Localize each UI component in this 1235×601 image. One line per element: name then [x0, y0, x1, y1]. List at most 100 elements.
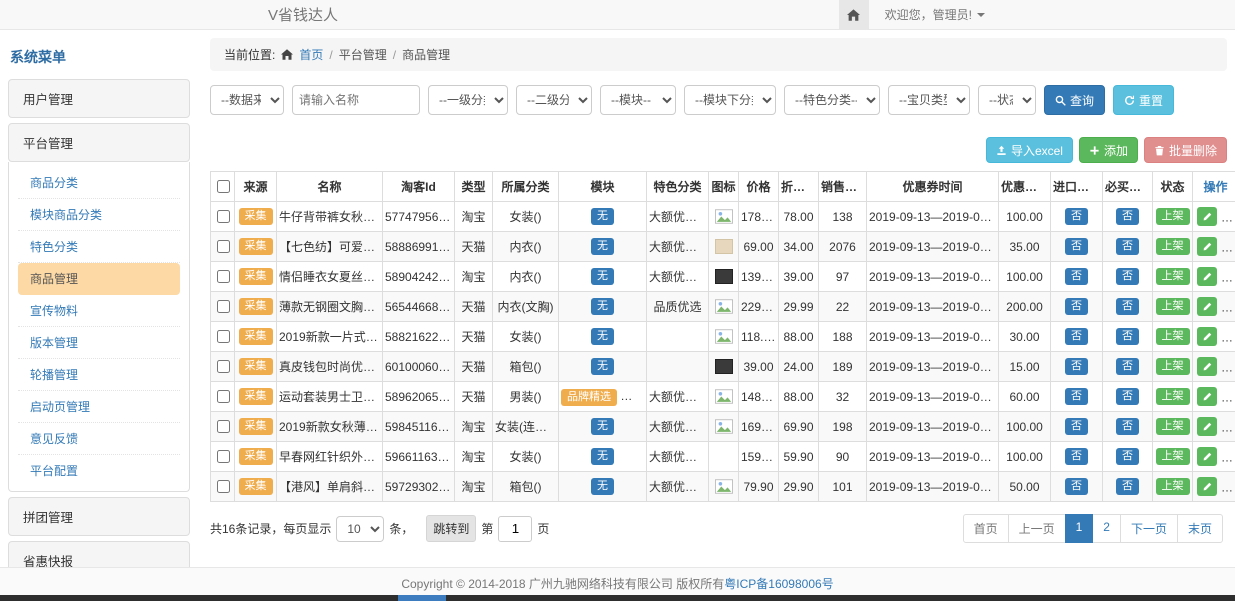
import-selected-badge[interactable]: 否 [1065, 238, 1088, 255]
home-button[interactable] [839, 0, 869, 30]
sidebar-subitem[interactable]: 意见反馈 [18, 423, 180, 455]
edit-button[interactable] [1197, 357, 1217, 376]
filter-select-feature-category[interactable]: --特色分类-- [784, 85, 880, 115]
pager-button[interactable]: 2 [1092, 514, 1121, 543]
reset-button[interactable]: 重置 [1113, 85, 1174, 115]
per-page-select[interactable]: 10 [336, 516, 384, 542]
filter-select-module[interactable]: --模块-- [600, 85, 676, 115]
search-button-label: 查询 [1070, 92, 1094, 109]
edit-button[interactable] [1197, 207, 1217, 226]
import-selected-badge[interactable]: 否 [1065, 418, 1088, 435]
import-selected-badge[interactable]: 否 [1065, 388, 1088, 405]
must-buy-badge[interactable]: 否 [1116, 478, 1139, 495]
sidebar-subitem[interactable]: 模块商品分类 [18, 199, 180, 231]
must-buy-badge[interactable]: 否 [1116, 328, 1139, 345]
edit-button[interactable] [1197, 267, 1217, 286]
edit-button[interactable] [1197, 447, 1217, 466]
pager-button[interactable]: 1 [1065, 514, 1094, 543]
filter-select-category-l1[interactable]: --一级分类-- [428, 85, 508, 115]
sidebar-subitem[interactable]: 特色分类 [18, 231, 180, 263]
horizontal-scrollbar[interactable] [0, 595, 1235, 601]
must-buy-badge[interactable]: 否 [1116, 448, 1139, 465]
import-selected-badge[interactable]: 否 [1065, 448, 1088, 465]
status-badge[interactable]: 上架 [1156, 358, 1190, 375]
sidebar-subitem[interactable]: 平台配置 [18, 455, 180, 486]
edit-button[interactable] [1197, 237, 1217, 256]
must-buy-badge[interactable]: 否 [1116, 238, 1139, 255]
sidebar-subitem[interactable]: 轮播管理 [18, 359, 180, 391]
status-badge[interactable]: 上架 [1156, 448, 1190, 465]
row-checkbox[interactable] [217, 300, 230, 313]
add-button[interactable]: 添加 [1079, 137, 1138, 163]
must-buy-badge[interactable]: 否 [1116, 298, 1139, 315]
sidebar-subitem[interactable]: 商品分类 [18, 167, 180, 199]
column-header: 名称 [277, 172, 383, 202]
filter-select-item-type[interactable]: --宝贝类型-- [888, 85, 970, 115]
must-buy-badge[interactable]: 否 [1116, 268, 1139, 285]
sidebar-group[interactable]: 省惠快报 [8, 541, 190, 567]
import-selected-badge[interactable]: 否 [1065, 478, 1088, 495]
jump-button[interactable]: 跳转到 [426, 515, 476, 542]
sidebar-subitem[interactable]: 版本管理 [18, 327, 180, 359]
user-menu[interactable]: 欢迎您，管理员! [885, 6, 985, 23]
import-selected-badge[interactable]: 否 [1065, 268, 1088, 285]
module-badge: 无 [591, 478, 614, 495]
pager-button[interactable]: 上一页 [1008, 514, 1066, 543]
status-badge[interactable]: 上架 [1156, 298, 1190, 315]
must-buy-badge[interactable]: 否 [1116, 208, 1139, 225]
page-number-input[interactable] [498, 516, 532, 542]
sidebar-group-platform[interactable]: 平台管理 [8, 123, 190, 162]
must-buy-badge[interactable]: 否 [1116, 418, 1139, 435]
edit-button[interactable] [1197, 417, 1217, 436]
sidebar-group-users[interactable]: 用户管理 [8, 79, 190, 118]
row-checkbox[interactable] [217, 480, 230, 493]
import-selected-badge[interactable]: 否 [1065, 298, 1088, 315]
sidebar-subitem[interactable]: 商品管理 [18, 263, 180, 295]
status-badge[interactable]: 上架 [1156, 268, 1190, 285]
import-selected-badge[interactable]: 否 [1065, 358, 1088, 375]
filter-select-category-l2[interactable]: --二级分类-- [516, 85, 592, 115]
row-checkbox[interactable] [217, 270, 230, 283]
row-checkbox[interactable] [217, 330, 230, 343]
status-badge[interactable]: 上架 [1156, 238, 1190, 255]
bulk-delete-button[interactable]: 批量删除 [1144, 137, 1227, 163]
status-badge[interactable]: 上架 [1156, 328, 1190, 345]
search-button[interactable]: 查询 [1044, 85, 1105, 115]
import-selected-badge[interactable]: 否 [1065, 208, 1088, 225]
edit-button[interactable] [1197, 477, 1217, 496]
breadcrumb-home-link[interactable]: 首页 [299, 46, 323, 63]
filter-select-module-sub[interactable]: --模块下分类-- [684, 85, 776, 115]
sidebar-subitem[interactable]: 启动页管理 [18, 391, 180, 423]
filter-select-data-source[interactable]: --数据来源-- [210, 85, 284, 115]
icp-link[interactable]: 粤ICP备16098006号 [724, 577, 833, 591]
pager-button[interactable]: 下一页 [1120, 514, 1178, 543]
import-excel-button[interactable]: 导入excel [986, 137, 1073, 163]
status-badge[interactable]: 上架 [1156, 418, 1190, 435]
row-checkbox[interactable] [217, 360, 230, 373]
edit-button[interactable] [1197, 297, 1217, 316]
sales-cell: 2076 [819, 232, 867, 262]
pager-button[interactable]: 首页 [963, 514, 1009, 543]
row-checkbox[interactable] [217, 390, 230, 403]
row-checkbox[interactable] [217, 240, 230, 253]
row-checkbox[interactable] [217, 450, 230, 463]
must-buy-badge[interactable]: 否 [1116, 358, 1139, 375]
status-badge[interactable]: 上架 [1156, 388, 1190, 405]
row-checkbox[interactable] [217, 420, 230, 433]
sidebar-subitem[interactable]: 宣传物料 [18, 295, 180, 327]
name-search-input[interactable] [292, 85, 420, 115]
pager-button[interactable]: 末页 [1177, 514, 1223, 543]
status-badge[interactable]: 上架 [1156, 478, 1190, 495]
import-selected-badge[interactable]: 否 [1065, 328, 1088, 345]
sidebar-group[interactable]: 拼团管理 [8, 497, 190, 536]
filter-select-status[interactable]: --状态-- [978, 85, 1036, 115]
scrollbar-thumb[interactable] [398, 595, 446, 601]
edit-button[interactable] [1197, 327, 1217, 346]
edit-button[interactable] [1197, 387, 1217, 406]
must-buy-badge[interactable]: 否 [1116, 388, 1139, 405]
row-checkbox[interactable] [217, 210, 230, 223]
source-cell: 采集 [235, 382, 277, 412]
status-badge[interactable]: 上架 [1156, 208, 1190, 225]
select-all-checkbox[interactable] [217, 180, 230, 193]
coupon-amount-cell: 60.00 [999, 382, 1051, 412]
